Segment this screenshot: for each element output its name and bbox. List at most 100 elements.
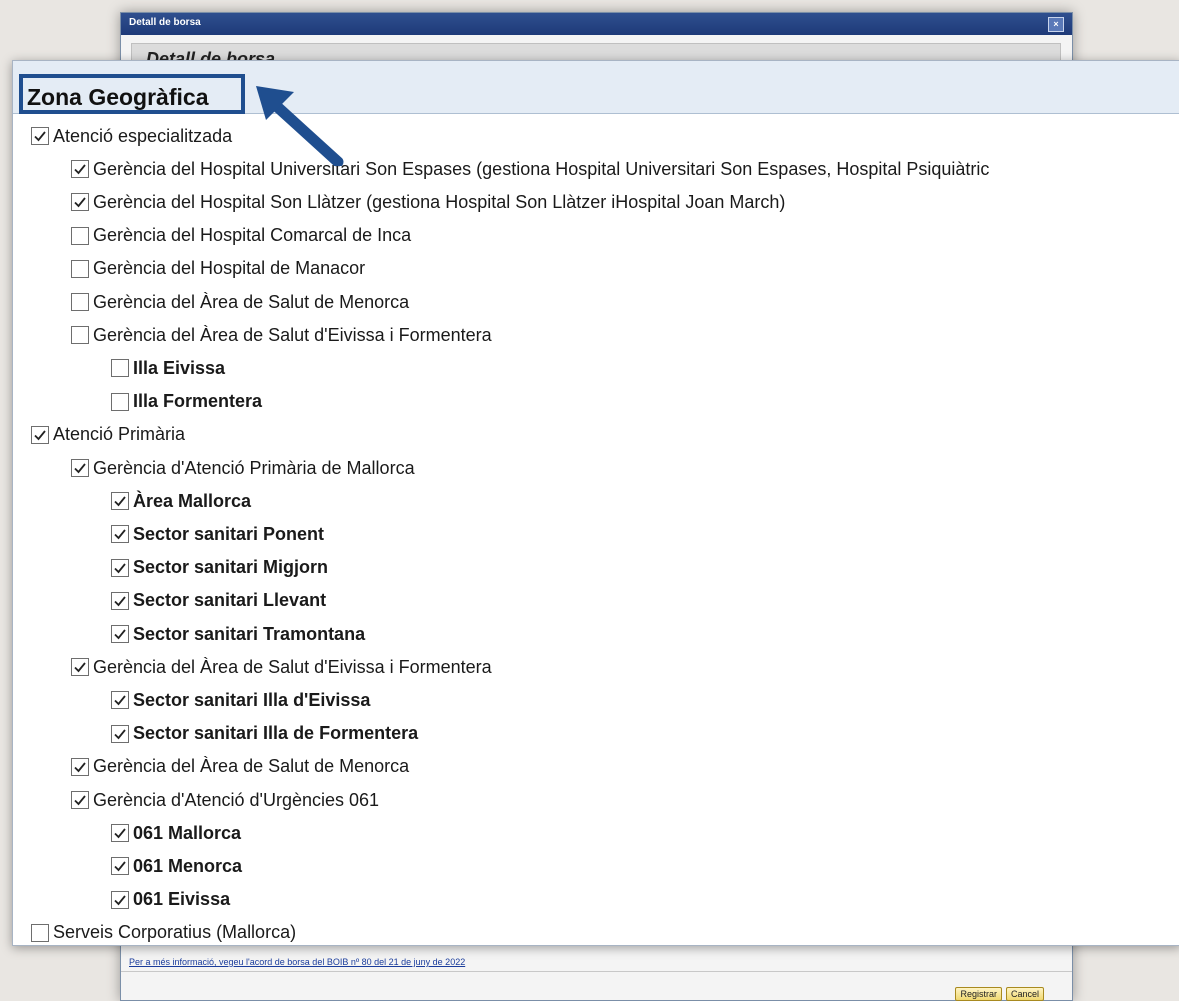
checkmark-icon xyxy=(74,662,86,673)
tree-item-label: Gerència del Hospital Comarcal de Inca xyxy=(93,225,412,246)
tree-item-label: Illa Formentera xyxy=(133,391,263,412)
tree-item[interactable]: Sector sanitari Llevant xyxy=(111,589,326,613)
tree-item-label: Sector sanitari Illa d'Eivissa xyxy=(133,689,371,710)
tree-checkbox[interactable] xyxy=(71,160,89,179)
tree-checkbox[interactable] xyxy=(31,127,49,145)
tree-checkbox[interactable] xyxy=(111,691,129,710)
checkmark-icon xyxy=(114,695,126,706)
zona-geografica-panel: Zona Geogràfica Atenció especialitzada Ge… xyxy=(12,60,1179,946)
tree-item[interactable]: Atenció especialitzada xyxy=(31,124,232,148)
tree-item-label: Gerència del Hospital de Manacor xyxy=(93,258,366,279)
tree-checkbox[interactable] xyxy=(111,824,129,843)
panel-header: Zona Geogràfica xyxy=(13,61,1179,114)
tree-item[interactable]: 061 Mallorca xyxy=(111,821,241,845)
tree-item-label: Sector sanitari Migjorn xyxy=(133,557,329,578)
tree-item[interactable]: Serveis Corporatius (Mallorca) xyxy=(31,921,296,945)
tree-checkbox[interactable] xyxy=(111,857,129,876)
tree-item[interactable]: 061 Menorca xyxy=(111,854,242,878)
tree-item-label: Illa Eivissa xyxy=(133,357,226,378)
checkmark-icon xyxy=(74,197,86,208)
footer-divider xyxy=(121,971,1072,972)
tree-item-label: Serveis Corporatius (Mallorca) xyxy=(53,922,297,943)
highlight-arrow-icon xyxy=(256,86,344,166)
tree-item-label: 061 Mallorca xyxy=(133,822,242,843)
tree-checkbox[interactable] xyxy=(71,658,89,677)
tree-checkbox[interactable] xyxy=(111,525,129,544)
tree-checkbox[interactable] xyxy=(31,425,49,444)
tree-item[interactable]: Atenció Primària xyxy=(31,423,185,447)
checkmark-icon xyxy=(74,795,86,806)
tree-item[interactable]: Gerència del Hospital de Manacor xyxy=(71,257,365,281)
close-icon[interactable]: × xyxy=(1048,17,1064,32)
tree-item[interactable]: Gerència del Hospital Son Llàtzer (gesti… xyxy=(71,190,785,214)
checkmark-icon xyxy=(114,529,126,540)
tree-item-label: Sector sanitari Tramontana xyxy=(133,623,366,644)
tree-item[interactable]: Gerència d'Atenció d'Urgències 061 xyxy=(71,788,379,812)
tree-checkbox[interactable] xyxy=(71,791,89,809)
tree-item[interactable]: Illa Formentera xyxy=(111,390,262,414)
checkmark-icon xyxy=(114,729,126,739)
tree-item[interactable]: Àrea Mallorca xyxy=(111,489,251,513)
tree-item[interactable]: Sector sanitari Tramontana xyxy=(111,622,365,646)
checkmark-icon xyxy=(74,762,86,773)
tree-item-label: Àrea Mallorca xyxy=(133,490,252,511)
checkmark-icon xyxy=(114,596,126,607)
checkmark-icon xyxy=(74,164,86,175)
tree-item[interactable]: Gerència del Àrea de Salut de Menorca xyxy=(71,755,409,779)
tree-item[interactable]: Illa Eivissa xyxy=(111,356,225,380)
tree-checkbox[interactable] xyxy=(71,293,89,311)
tree-item[interactable]: Gerència del Hospital Universitari Son E… xyxy=(71,157,989,181)
tree-item-label: Gerència del Àrea de Salut d'Eivissa i F… xyxy=(93,324,492,345)
tree-item-label: 061 Menorca xyxy=(133,855,243,876)
tree-checkbox[interactable] xyxy=(111,890,129,909)
tree-checkbox[interactable] xyxy=(111,724,129,743)
tree-item[interactable]: Sector sanitari Illa de Formentera xyxy=(111,722,418,746)
checkmark-icon xyxy=(114,861,126,872)
tree-item-label: Gerència del Àrea de Salut de Menorca xyxy=(93,291,410,312)
boib-info-link[interactable]: Per a més informació, vegeu l'acord de b… xyxy=(129,957,465,967)
tree-item[interactable]: Sector sanitari Ponent xyxy=(111,522,324,546)
checkmark-icon xyxy=(114,895,126,905)
tree-checkbox[interactable] xyxy=(71,226,89,245)
tree-checkbox[interactable] xyxy=(111,392,129,411)
tree-checkbox[interactable] xyxy=(111,492,129,511)
tree-checkbox[interactable] xyxy=(71,757,89,776)
tree-checkbox[interactable] xyxy=(31,923,49,942)
tree-item[interactable]: Gerència del Àrea de Salut d'Eivissa i F… xyxy=(71,655,492,679)
tree-checkbox[interactable] xyxy=(111,625,129,643)
checkmark-icon xyxy=(114,496,126,507)
dialog-titlebar: Detall de borsa × xyxy=(121,13,1072,35)
tree-item-label: Gerència del Hospital Son Llàtzer (gesti… xyxy=(93,191,786,212)
tree-item[interactable]: Gerència del Hospital Comarcal de Inca xyxy=(71,224,411,248)
tree-item-label: Gerència del Hospital Universitari Son E… xyxy=(93,158,990,179)
checkmark-icon xyxy=(114,563,126,573)
tree-item-label: Sector sanitari Illa de Formentera xyxy=(133,723,419,744)
tree-item-label: Gerència del Àrea de Salut d'Eivissa i F… xyxy=(93,656,492,677)
tree-item-label: Gerència d'Atenció Primària de Mallorca xyxy=(93,457,415,478)
tree-item-label: Gerència del Àrea de Salut de Menorca xyxy=(93,756,410,777)
tree-item-label: Atenció Primària xyxy=(53,424,186,445)
tree-checkbox[interactable] xyxy=(111,359,129,378)
dialog-title: Detall de borsa xyxy=(129,17,201,28)
tree-item-label: Atenció especialitzada xyxy=(53,125,233,146)
tree-checkbox[interactable] xyxy=(71,326,89,345)
tree-checkbox[interactable] xyxy=(111,558,129,577)
tree-item-label: Sector sanitari Llevant xyxy=(133,590,327,611)
tree-checkbox[interactable] xyxy=(71,459,89,477)
tree-item-label: 061 Eivissa xyxy=(133,889,231,910)
page-title: Zona Geogràfica xyxy=(19,74,245,114)
tree-checkbox[interactable] xyxy=(71,259,89,278)
checkmark-icon xyxy=(34,131,46,142)
tree-item[interactable]: Gerència del Àrea de Salut de Menorca xyxy=(71,290,409,314)
tree-item[interactable]: 061 Eivissa xyxy=(111,888,230,912)
tree-item-label: Gerència d'Atenció d'Urgències 061 xyxy=(93,789,380,810)
tree-checkbox[interactable] xyxy=(71,193,89,212)
tree-item[interactable]: Sector sanitari Migjorn xyxy=(111,556,328,580)
tree-item[interactable]: Sector sanitari Illa d'Eivissa xyxy=(111,688,370,712)
checkmark-icon xyxy=(114,629,126,640)
checkmark-icon xyxy=(74,463,86,474)
tree-item[interactable]: Gerència d'Atenció Primària de Mallorca xyxy=(71,456,415,480)
tree-item[interactable]: Gerència del Àrea de Salut d'Eivissa i F… xyxy=(71,323,492,347)
tree-item-label: Sector sanitari Ponent xyxy=(133,523,325,544)
tree-checkbox[interactable] xyxy=(111,591,129,610)
